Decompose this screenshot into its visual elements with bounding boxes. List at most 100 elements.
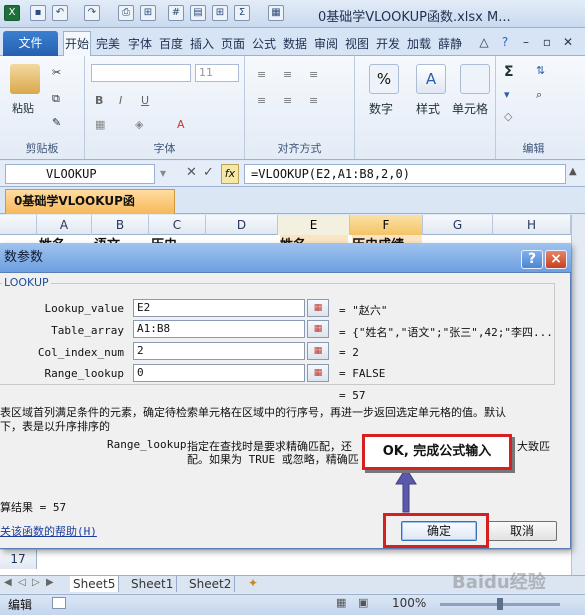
tab-review[interactable]: 审阅 [312,34,340,54]
namebox-dropdown-icon[interactable]: ▾ [160,166,166,180]
ribbon-minimize-icon[interactable]: △ [476,34,492,50]
align-top-icon[interactable]: ≡ [257,68,266,81]
help-icon[interactable]: ? [497,34,513,50]
layout-icon[interactable]: ⊞ [140,5,156,21]
font-name-box[interactable] [91,64,191,82]
row-header-17[interactable]: 17 [0,549,37,569]
page-layout-icon[interactable]: ▣ [358,596,368,609]
styles-label[interactable]: 样式 [416,100,440,117]
column-header-d[interactable]: D [206,215,278,235]
tab-zijie[interactable]: 字体 [126,34,154,54]
column-header-a[interactable]: A [37,215,92,235]
autosum-icon[interactable]: Σ [504,64,514,80]
font-size-box[interactable]: 11 [195,64,239,82]
tab-home[interactable]: 开始 [63,31,91,57]
tab-file[interactable]: 文件 [3,31,58,56]
align-right-icon[interactable]: ≡ [309,94,318,107]
tab-wanmei[interactable]: 完美 [94,34,122,54]
tab-view[interactable]: 视图 [343,34,371,54]
sheet-tab-sheet1[interactable]: Sheet1 [128,576,178,592]
format-painter-icon[interactable]: ✎ [52,116,61,129]
range-selector-icon[interactable]: ▦ [307,342,329,360]
sheet-nav-prev-icon[interactable]: ◁ [18,577,26,588]
column-header-b[interactable]: B [92,215,149,235]
tab-user[interactable]: 薛静 [436,34,464,54]
tab-developer[interactable]: 开发 [374,34,402,54]
arg-input-range-lookup[interactable]: 0 [133,364,305,382]
font-color-icon[interactable]: A [177,118,185,131]
range-selector-icon[interactable]: ▦ [307,364,329,382]
tab-baidu[interactable]: 百度 [157,34,185,54]
number-label[interactable]: 数字 [369,100,393,117]
grid-icon[interactable]: ⊞ [212,5,228,21]
sheet-nav-first-icon[interactable]: ◀ [4,577,12,588]
find-icon[interactable]: ⌕ [536,88,542,102]
sum-icon[interactable]: Σ [234,5,250,21]
italic-button[interactable]: I [119,94,122,107]
tab-page[interactable]: 页面 [219,34,247,54]
undo-icon[interactable]: ↶ [52,5,68,21]
tab-data[interactable]: 数据 [281,34,309,54]
function-help-link[interactable]: 关该函数的帮助(H) [0,523,97,539]
sheet-tab-sheet5[interactable]: Sheet5 [70,576,120,592]
insert-function-button[interactable]: fx [221,164,239,184]
tab-insert[interactable]: 插入 [188,34,216,54]
percent-icon[interactable]: % [369,64,399,94]
fill-color-icon[interactable]: ◈ [135,118,143,131]
normal-view-icon[interactable]: ▦ [336,596,346,609]
border-button-icon[interactable]: ▦ [95,118,105,131]
sort-icon[interactable]: ⇅ [536,64,545,77]
window-restore-icon[interactable]: ▫ [539,34,555,50]
arg-input-table-array[interactable]: A1:B8 [133,320,305,338]
save-icon[interactable]: ▪ [30,5,46,21]
dialog-close-icon[interactable]: × [545,250,567,269]
insert-sheet-icon[interactable]: ✦ [248,576,258,590]
confirm-entry-icon[interactable]: ✓ [203,165,214,180]
cut-icon[interactable]: ✂ [52,66,61,79]
arg-input-col-index-num[interactable]: 2 [133,342,305,360]
formula-input[interactable]: =VLOOKUP(E2,A1:B8,2,0) [244,164,566,184]
column-header-c[interactable]: C [149,215,206,235]
styles-icon[interactable]: A [416,64,446,94]
tab-addins[interactable]: 加载 [405,34,433,54]
window-close-icon[interactable]: ✕ [560,34,576,50]
fill-icon[interactable]: ▾ [504,88,510,101]
table-icon[interactable]: ▤ [190,5,206,21]
cancel-button[interactable]: 取消 [487,521,557,541]
align-left-icon[interactable]: ≡ [257,94,266,107]
zoom-slider-thumb[interactable] [497,598,503,610]
paste-label[interactable]: 粘贴 [12,100,34,116]
column-header-e[interactable]: E [278,215,350,235]
clear-icon[interactable]: ◇ [504,110,512,123]
underline-button[interactable]: U [141,94,149,107]
align-middle-icon[interactable]: ≡ [283,68,292,81]
range-selector-icon[interactable]: ▦ [307,299,329,317]
arg-input-lookup-value[interactable]: E2 [133,299,305,317]
sheet-tab-sheet2[interactable]: Sheet2 [186,576,236,592]
macro-record-icon[interactable] [52,597,66,609]
window-min-icon[interactable]: – [518,34,534,50]
range-selector-icon[interactable]: ▦ [307,320,329,338]
tab-formula[interactable]: 公式 [250,34,278,54]
column-header-f[interactable]: F [350,215,423,235]
column-header-h[interactable]: H [493,215,571,235]
formula-expand-icon[interactable]: ▲ [569,166,577,177]
select-all-corner[interactable] [0,215,37,235]
workbook-tab[interactable]: 0基础学VLOOKUP函数.xlsx [5,189,175,231]
print-preview-icon[interactable]: ⎙ [118,5,134,21]
align-center-icon[interactable]: ≡ [283,94,292,107]
sheet-nav-next-icon[interactable]: ▷ [32,577,40,588]
cells-icon[interactable] [460,64,490,94]
dialog-help-icon[interactable]: ? [521,250,543,269]
copy-icon[interactable]: ⧉ [52,92,60,106]
name-box[interactable]: VLOOKUP [5,164,155,184]
column-header-g[interactable]: G [423,215,493,235]
align-bottom-icon[interactable]: ≡ [309,68,318,81]
paste-icon[interactable] [10,64,40,94]
cells-label[interactable]: 单元格 [452,100,488,117]
border-icon[interactable]: ▦ [268,5,284,21]
number-format-icon[interactable]: # [168,5,184,21]
zoom-level[interactable]: 100% [392,596,426,610]
vertical-scrollbar[interactable] [571,215,585,575]
redo-icon[interactable]: ↷ [84,5,100,21]
